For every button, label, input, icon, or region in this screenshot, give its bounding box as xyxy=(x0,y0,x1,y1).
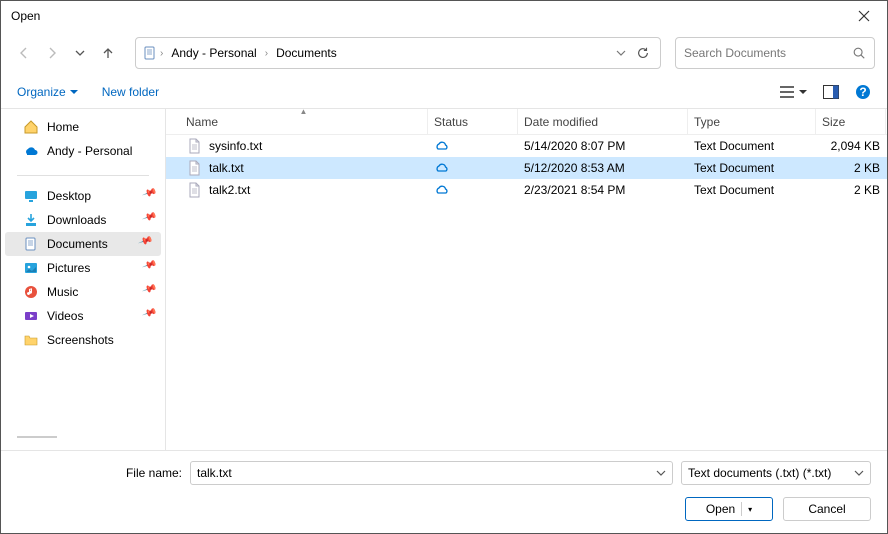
sidebar-item-label: Pictures xyxy=(47,261,90,275)
sidebar-item[interactable]: Desktop 📌 xyxy=(1,184,165,208)
sidebar-item[interactable]: Screenshots xyxy=(1,328,165,352)
new-folder-button[interactable]: New folder xyxy=(102,85,159,99)
search-box[interactable] xyxy=(675,37,875,69)
file-type: Text Document xyxy=(688,161,816,175)
file-size: 2 KB xyxy=(816,183,886,197)
column-date-header[interactable]: Date modified xyxy=(518,109,688,134)
textfile-icon xyxy=(186,138,202,154)
folder-icon xyxy=(23,332,39,348)
refresh-button[interactable] xyxy=(632,42,654,64)
file-name: talk.txt xyxy=(209,161,244,175)
file-type: Text Document xyxy=(688,139,816,153)
open-split-dropdown[interactable]: ▾ xyxy=(741,502,752,516)
preview-pane-button[interactable] xyxy=(823,85,839,99)
address-bar[interactable]: › Andy - Personal › Documents xyxy=(135,37,661,69)
column-name-header[interactable]: Name▲ xyxy=(180,109,428,134)
open-button[interactable]: Open▾ xyxy=(685,497,773,521)
sidebar-item[interactable]: Music 📌 xyxy=(1,280,165,304)
address-dropdown[interactable] xyxy=(610,42,632,64)
recent-dropdown[interactable] xyxy=(69,42,91,64)
onedrive-icon xyxy=(23,143,39,159)
filename-combobox[interactable] xyxy=(190,461,673,485)
pictures-icon xyxy=(23,260,39,276)
sidebar-item-label: Home xyxy=(47,120,79,134)
pin-icon: 📌 xyxy=(141,210,157,225)
sidebar-item[interactable]: Videos 📌 xyxy=(1,304,165,328)
file-name: sysinfo.txt xyxy=(209,139,262,153)
file-date: 5/14/2020 8:07 PM xyxy=(518,139,688,153)
textfile-icon xyxy=(186,182,202,198)
file-size: 2 KB xyxy=(816,161,886,175)
cloud-status-icon xyxy=(434,182,450,198)
home-icon xyxy=(23,119,39,135)
help-button[interactable]: ? xyxy=(855,84,871,100)
sidebar-item-label: Desktop xyxy=(47,189,91,203)
documents-icon xyxy=(23,236,39,252)
breadcrumb-segment[interactable]: Andy - Personal xyxy=(165,46,262,60)
file-date: 5/12/2020 8:53 AM xyxy=(518,161,688,175)
downloads-icon xyxy=(23,212,39,228)
file-row[interactable]: talk2.txt 2/23/2021 8:54 PMText Document2… xyxy=(166,179,887,201)
pin-icon: 📌 xyxy=(137,234,153,249)
column-size-header[interactable]: Size xyxy=(816,109,886,134)
forward-button[interactable] xyxy=(41,42,63,64)
sidebar-item-label: Documents xyxy=(47,237,108,251)
sidebar-item[interactable]: Downloads 📌 xyxy=(1,208,165,232)
separator xyxy=(17,175,149,176)
back-button[interactable] xyxy=(13,42,35,64)
pin-icon: 📌 xyxy=(141,258,157,273)
sort-indicator-icon: ▲ xyxy=(300,107,308,116)
sidebar-item[interactable]: Pictures 📌 xyxy=(1,256,165,280)
file-type: Text Document xyxy=(688,183,816,197)
organize-menu[interactable]: Organize xyxy=(17,85,78,99)
column-status-header[interactable]: Status xyxy=(428,109,518,134)
sidebar-item[interactable]: Andy - Personal xyxy=(1,139,165,163)
view-menu[interactable] xyxy=(779,85,807,99)
chevron-down-icon[interactable] xyxy=(656,468,666,478)
file-size: 2,094 KB xyxy=(816,139,886,153)
file-row[interactable]: talk.txt 5/12/2020 8:53 AMText Document2 … xyxy=(166,157,887,179)
column-headers: Name▲ Status Date modified Type Size xyxy=(166,109,887,135)
separator xyxy=(17,436,57,438)
sidebar-item[interactable]: Documents 📌 xyxy=(5,232,161,256)
chevron-down-icon xyxy=(854,468,864,478)
videos-icon xyxy=(23,308,39,324)
dialog-title: Open xyxy=(11,9,841,23)
breadcrumb-segment[interactable]: Documents xyxy=(270,46,343,60)
textfile-icon xyxy=(186,160,202,176)
filename-label: File name: xyxy=(117,466,182,480)
sidebar-item-label: Videos xyxy=(47,309,83,323)
file-date: 2/23/2021 8:54 PM xyxy=(518,183,688,197)
file-name: talk2.txt xyxy=(209,183,250,197)
chevron-right-icon: › xyxy=(263,48,270,59)
file-row[interactable]: sysinfo.txt 5/14/2020 8:07 PMText Documen… xyxy=(166,135,887,157)
chevron-right-icon: › xyxy=(158,48,165,59)
filetype-combobox[interactable]: Text documents (.txt) (*.txt) xyxy=(681,461,871,485)
pin-icon: 📌 xyxy=(141,282,157,297)
sidebar: HomeAndy - Personal Desktop📌Downloads📌Do… xyxy=(1,109,166,450)
desktop-icon xyxy=(23,188,39,204)
close-button[interactable] xyxy=(841,1,887,31)
documents-icon xyxy=(142,45,158,61)
cloud-status-icon xyxy=(434,138,450,154)
column-type-header[interactable]: Type xyxy=(688,109,816,134)
pin-icon: 📌 xyxy=(141,306,157,321)
search-input[interactable] xyxy=(684,46,852,60)
sidebar-item-label: Music xyxy=(47,285,78,299)
filename-input[interactable] xyxy=(197,466,656,480)
up-button[interactable] xyxy=(97,42,119,64)
sidebar-item-label: Andy - Personal xyxy=(47,144,132,158)
cancel-button[interactable]: Cancel xyxy=(783,497,871,521)
search-icon xyxy=(852,46,866,60)
sidebar-item-label: Screenshots xyxy=(47,333,114,347)
sidebar-item-label: Downloads xyxy=(47,213,106,227)
music-icon xyxy=(23,284,39,300)
svg-text:?: ? xyxy=(859,85,866,99)
pin-icon: 📌 xyxy=(141,186,157,201)
cloud-status-icon xyxy=(434,160,450,176)
sidebar-item[interactable]: Home xyxy=(1,115,165,139)
